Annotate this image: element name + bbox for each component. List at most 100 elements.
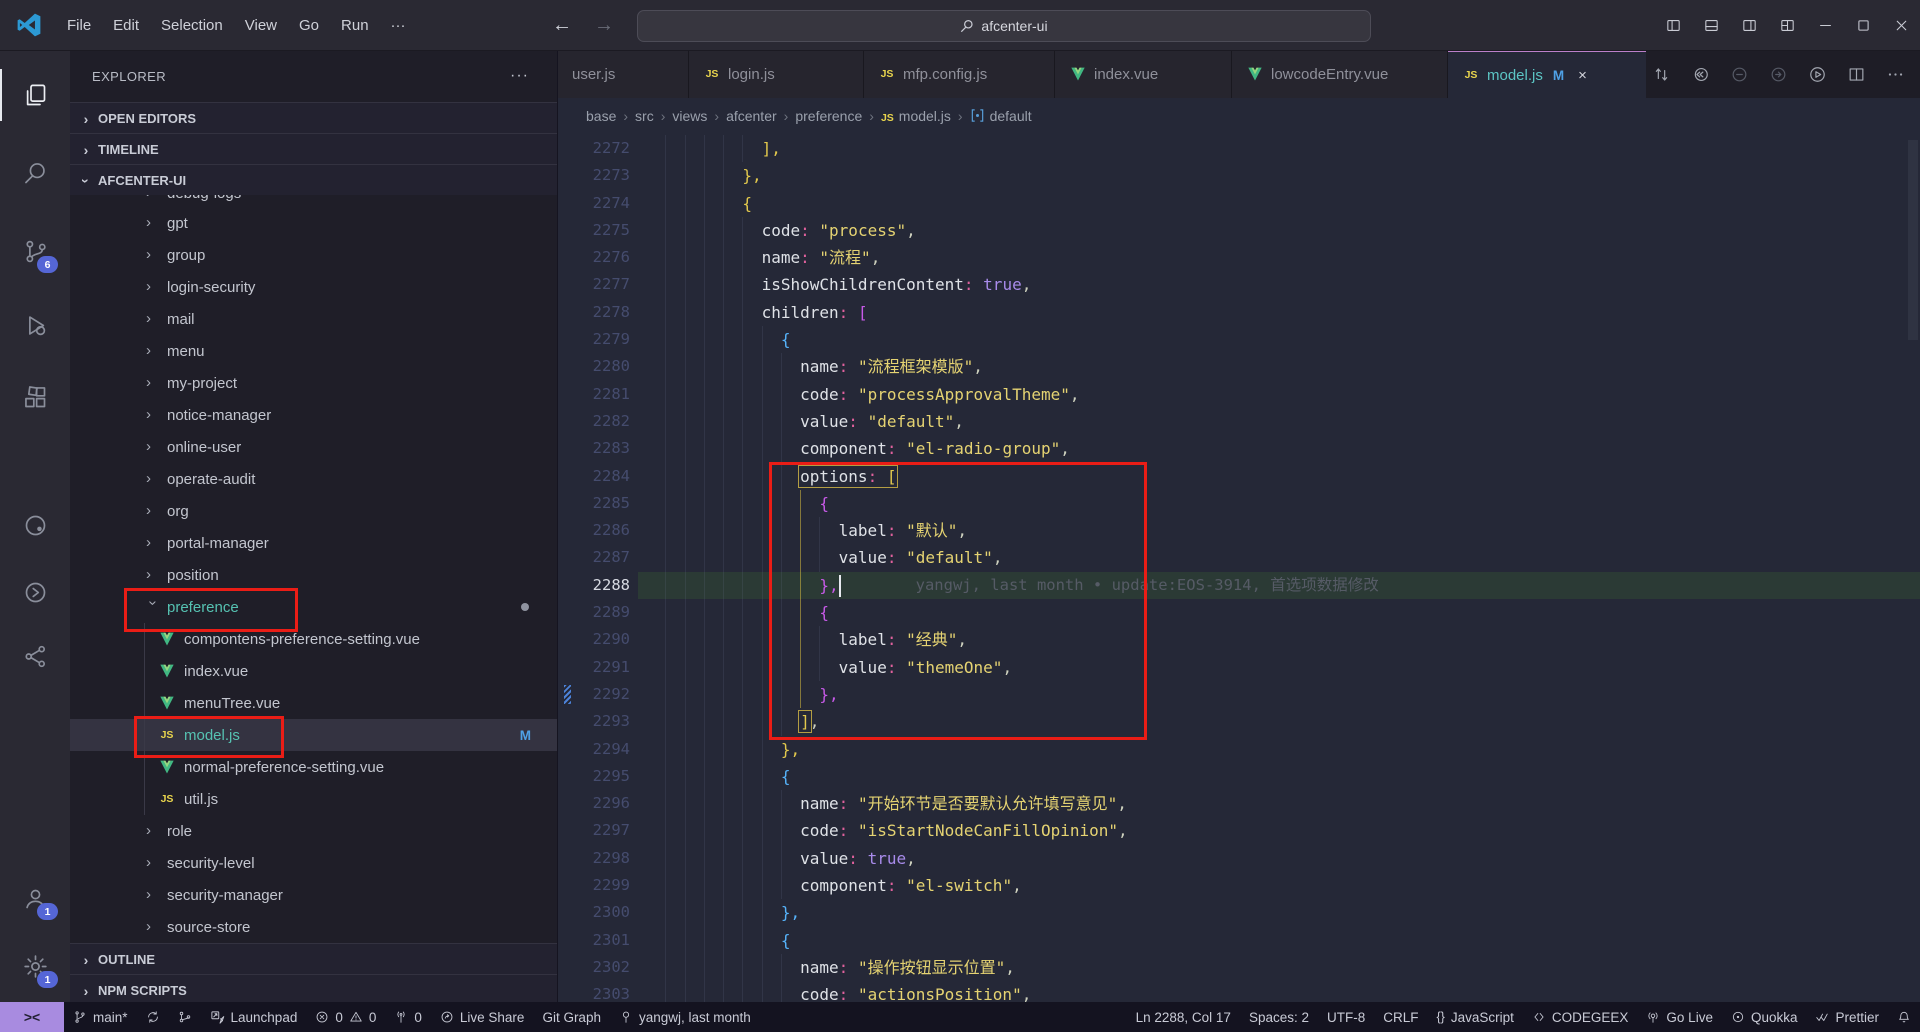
tree-item-portal-manager[interactable]: ›portal-manager — [70, 527, 557, 559]
status-go-live[interactable]: Go Live — [1637, 1002, 1722, 1032]
chevron-right-icon: › — [146, 195, 160, 201]
tree-item-mail[interactable]: ›mail — [70, 303, 557, 335]
breadcrumb-item-views[interactable]: views — [672, 108, 707, 124]
status-git-graph[interactable]: Git Graph — [533, 1002, 610, 1032]
status-branch[interactable]: main* — [64, 1002, 137, 1032]
breadcrumb-item-src[interactable]: src — [635, 108, 654, 124]
customize-layout-icon[interactable] — [1768, 0, 1806, 50]
explorer-icon[interactable] — [0, 69, 70, 121]
live-share-icon[interactable] — [0, 630, 70, 682]
tab-login-js[interactable]: JSlogin.js — [689, 50, 864, 98]
tab-model-js[interactable]: JSmodel.jsM× — [1448, 50, 1646, 98]
status-feedback[interactable]: 0 — [385, 1002, 431, 1032]
remote-explorer-icon[interactable] — [0, 499, 70, 551]
status-sync[interactable] — [137, 1002, 169, 1032]
toggle-sidebar-icon[interactable] — [1654, 0, 1692, 50]
status-problems[interactable]: 00 — [306, 1002, 385, 1032]
tree-item-login-security[interactable]: ›login-security — [70, 271, 557, 303]
status-quokka[interactable]: Quokka — [1722, 1002, 1807, 1032]
tree-item-gpt[interactable]: ›gpt — [70, 207, 557, 239]
status-gitlens[interactable] — [169, 1002, 201, 1032]
extensions-icon[interactable] — [0, 371, 70, 423]
command-search-box[interactable]: afcenter-ui — [637, 10, 1371, 42]
open-changes-icon[interactable] — [1646, 59, 1677, 90]
breadcrumb-item-model-js[interactable]: JSmodel.js — [881, 108, 951, 124]
breadcrumb-item-afcenter[interactable]: afcenter — [726, 108, 777, 124]
status-remote[interactable]: >< — [0, 1002, 64, 1032]
code-editor[interactable]: 2272 ],2273 },2274 {2275 code: "process"… — [558, 135, 1920, 1002]
close-icon[interactable] — [1882, 0, 1920, 50]
js-file-icon: JS — [158, 793, 176, 805]
settings-icon[interactable]: 1 — [0, 940, 70, 992]
codegeex-icon[interactable] — [0, 566, 70, 618]
tab-index-vue[interactable]: index.vue — [1055, 50, 1232, 98]
code-line-2298: 2298 value: true, — [558, 845, 1920, 872]
menu-go[interactable]: Go — [288, 17, 330, 34]
menu-file[interactable]: File — [56, 17, 102, 34]
tree-item-org[interactable]: ›org — [70, 495, 557, 527]
tree-item-source-store[interactable]: ›source-store — [70, 911, 557, 943]
more-actions-icon[interactable] — [1880, 59, 1911, 90]
menu-view[interactable]: View — [234, 17, 288, 34]
section-timeline[interactable]: › TIMELINE — [70, 133, 557, 165]
status-bell[interactable] — [1888, 1002, 1920, 1032]
tab-user-js[interactable]: user.js — [558, 50, 689, 98]
tree-item-preference[interactable]: ›preference — [70, 591, 557, 623]
section-project-root[interactable]: › AFCENTER-UI — [70, 164, 557, 196]
source-control-icon[interactable]: 6 — [0, 225, 70, 277]
minimize-icon[interactable] — [1806, 0, 1844, 50]
section-open-editors[interactable]: › OPEN EDITORS — [70, 102, 557, 134]
tree-item-group[interactable]: ›group — [70, 239, 557, 271]
status-codegeex[interactable]: CODEGEEX — [1523, 1002, 1638, 1032]
status-encoding[interactable]: UTF-8 — [1318, 1002, 1374, 1032]
status-live-share[interactable]: Live Share — [431, 1002, 534, 1032]
tree-item-online-user[interactable]: ›online-user — [70, 431, 557, 463]
explorer-more-actions-icon[interactable]: ··· — [510, 67, 529, 85]
accounts-icon[interactable]: 1 — [0, 872, 70, 924]
tree-item-role[interactable]: ›role — [70, 815, 557, 847]
split-editor-icon[interactable] — [1841, 59, 1872, 90]
menu-selection[interactable]: Selection — [150, 17, 234, 34]
run-file-icon[interactable] — [1802, 59, 1833, 90]
tree-item-security-level[interactable]: ›security-level — [70, 847, 557, 879]
close-tab-icon[interactable]: × — [1578, 67, 1587, 84]
status-launchpad[interactable]: Launchpad — [201, 1002, 307, 1032]
status-language[interactable]: {}JavaScript — [1428, 1002, 1523, 1032]
menu-run[interactable]: Run — [330, 17, 380, 34]
menu-edit[interactable]: Edit — [102, 17, 150, 34]
status-blame[interactable]: yangwj, last month — [610, 1002, 760, 1032]
toggle-panel-icon[interactable] — [1692, 0, 1730, 50]
tree-item-menu[interactable]: ›menu — [70, 335, 557, 367]
section-outline[interactable]: › OUTLINE — [70, 943, 557, 975]
tree-item-notice-manager[interactable]: ›notice-manager — [70, 399, 557, 431]
tree-item-debug-logs[interactable]: ›debug-logs — [70, 195, 557, 207]
braces-icon: {} — [1437, 1010, 1445, 1024]
toggle-secondary-sidebar-icon[interactable] — [1730, 0, 1768, 50]
breadcrumb-item-preference[interactable]: preference — [795, 108, 862, 124]
chevron-right-icon: › — [78, 142, 94, 158]
nav-forward-icon[interactable]: → — [594, 14, 614, 37]
share-icon — [440, 1010, 454, 1024]
run-debug-icon[interactable] — [0, 299, 70, 351]
tree-item-security-manager[interactable]: ›security-manager — [70, 879, 557, 911]
tree-item-label: normal-preference-setting.vue — [184, 759, 384, 776]
tree-item-my-project[interactable]: ›my-project — [70, 367, 557, 399]
codegeex-quick-icon[interactable] — [1685, 59, 1716, 90]
menu-more[interactable]: ··· — [380, 17, 417, 34]
tree-item-position[interactable]: ›position — [70, 559, 557, 591]
breadcrumb-item-default[interactable]: default — [970, 108, 1032, 124]
chevron-right-icon: › — [146, 246, 160, 263]
tab-mfp-config-js[interactable]: JSmfp.config.js — [864, 50, 1055, 98]
nav-back-icon[interactable]: ← — [552, 14, 572, 37]
editor-scrollbar[interactable] — [1908, 140, 1918, 340]
status-cursor-position[interactable]: Ln 2288, Col 17 — [1127, 1002, 1240, 1032]
breadcrumb-item-base[interactable]: base — [586, 108, 616, 124]
status-prettier[interactable]: Prettier — [1806, 1002, 1888, 1032]
tab-lowcodeentry-vue[interactable]: lowcodeEntry.vue — [1232, 50, 1448, 98]
maximize-icon[interactable] — [1844, 0, 1882, 50]
search-icon[interactable] — [0, 147, 70, 199]
tree-item-operate-audit[interactable]: ›operate-audit — [70, 463, 557, 495]
status-indentation[interactable]: Spaces: 2 — [1240, 1002, 1318, 1032]
status-eol[interactable]: CRLF — [1374, 1002, 1427, 1032]
code-line-2280: 2280 name: "流程框架模版", — [558, 353, 1920, 380]
